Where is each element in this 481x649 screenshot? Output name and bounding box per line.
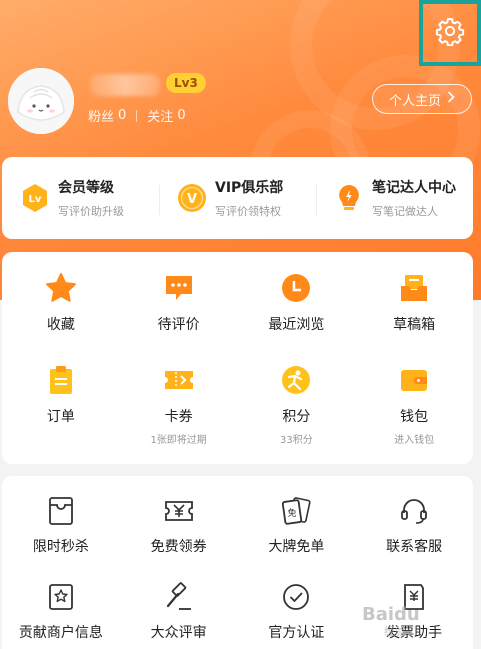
menu-item-label: 限时秒杀	[32, 539, 89, 555]
menu-item-label: 收藏	[46, 317, 75, 333]
menu-item-free-coupon[interactable]: 免费领券	[120, 476, 238, 562]
gavel-icon	[164, 582, 194, 612]
menu-item-orders[interactable]: 订单	[2, 344, 120, 436]
star-icon	[45, 272, 77, 304]
perk-title: 会员等级	[58, 180, 114, 196]
menu-item-merchant-info[interactable]: 贡献商户信息	[2, 562, 120, 648]
avatar-bun-icon	[8, 68, 74, 134]
lightbulb-icon	[334, 183, 364, 213]
perk-notes-expert[interactable]: 笔记达人中心 写笔记做达人	[316, 177, 473, 219]
menu-item-label: 待评价	[157, 317, 200, 333]
level-badge: Lv3	[166, 73, 206, 93]
menu-item-label: 草稿箱	[393, 317, 436, 333]
svg-text:Lv: Lv	[29, 194, 42, 205]
nickname-redacted	[90, 74, 160, 96]
fans-label[interactable]: 粉丝	[88, 106, 114, 125]
menu-item-label: 最近浏览	[268, 317, 325, 333]
watermark-sub: 经验	[384, 625, 406, 638]
vip-badge-icon: V	[177, 183, 207, 213]
perk-title: VIP俱乐部	[215, 180, 284, 196]
perk-title: 笔记达人中心	[372, 180, 456, 196]
menu-item-recent[interactable]: 最近浏览	[238, 252, 356, 344]
comment-icon	[163, 272, 195, 304]
headset-icon	[399, 496, 429, 526]
follow-count[interactable]: 0	[177, 108, 185, 123]
fans-count[interactable]: 0	[118, 108, 126, 123]
menu-item-sublabel: 进入钱包	[394, 435, 435, 446]
settings-button[interactable]	[419, 0, 481, 66]
svg-text:V: V	[187, 192, 197, 207]
points-icon	[280, 364, 312, 396]
menu-item-contact-support[interactable]: 联系客服	[355, 476, 473, 562]
perk-member-level[interactable]: Lv 会员等级 写评价助升级	[2, 177, 159, 219]
baidu-watermark: Baidu 经验	[362, 604, 420, 639]
avatar[interactable]	[8, 68, 74, 134]
perk-vip-club[interactable]: V VIP俱乐部 写评价领特权	[159, 177, 316, 219]
menu-item-favorites[interactable]: 收藏	[2, 252, 120, 344]
menu-item-label: 积分	[282, 409, 311, 425]
free-coupon-icon	[164, 496, 194, 526]
perk-subtitle: 写笔记做达人	[372, 205, 438, 218]
menu-item-label: 大牌免单	[268, 539, 325, 555]
stats-divider	[136, 109, 138, 122]
menu-item-label: 官方认证	[268, 625, 325, 641]
menu-item-sublabel: 33积分	[280, 435, 313, 446]
menu-item-label: 贡献商户信息	[18, 625, 103, 641]
gear-icon	[435, 16, 465, 50]
menu-item-flash-sale[interactable]: 限时秒杀	[2, 476, 120, 562]
svg-text:免: 免	[288, 507, 297, 519]
follow-label[interactable]: 关注	[147, 106, 173, 125]
homepage-button[interactable]: 个人主页	[372, 84, 472, 114]
flash-sale-icon	[46, 496, 76, 526]
menu-item-official-certification[interactable]: 官方认证	[238, 562, 356, 648]
perks-card: Lv 会员等级 写评价助升级 V VIP俱乐部 写评价领特权 笔记达人中心 写笔…	[2, 157, 473, 239]
menu-item-label: 钱包	[400, 409, 429, 425]
menu-item-coupons[interactable]: 卡券 1张即将过期	[120, 344, 238, 446]
clock-icon	[280, 272, 312, 304]
watermark-text: Baidu	[362, 604, 420, 625]
lv-badge-icon: Lv	[20, 183, 50, 213]
perk-subtitle: 写评价助升级	[58, 205, 124, 218]
homepage-label: 个人主页	[388, 93, 441, 109]
chevron-right-icon	[447, 91, 455, 107]
menu-item-points[interactable]: 积分 33积分	[238, 344, 356, 446]
menu-item-drafts[interactable]: 草稿箱	[355, 252, 473, 344]
free-order-icon: 免	[281, 496, 311, 526]
perk-subtitle: 写评价领特权	[215, 205, 281, 218]
menu-item-label: 卡券	[164, 409, 193, 425]
menu-item-wallet[interactable]: 钱包 进入钱包	[355, 344, 473, 446]
order-icon	[45, 364, 77, 396]
primary-menu-card: 收藏 待评价 最近浏览 草稿箱 订单 卡券 1张即将过期 积分 33积分 钱包 …	[2, 252, 473, 464]
menu-item-label: 订单	[46, 409, 75, 425]
menu-item-public-review[interactable]: 大众评审	[120, 562, 238, 648]
profile-stats: 粉丝 0 关注 0	[88, 106, 186, 125]
merchant-info-icon	[46, 582, 76, 612]
draft-box-icon	[398, 272, 430, 304]
certified-icon	[281, 582, 311, 612]
menu-item-pending-review[interactable]: 待评价	[120, 252, 238, 344]
menu-item-brand-free-order[interactable]: 免 大牌免单	[238, 476, 356, 562]
menu-item-label: 大众评审	[150, 625, 207, 641]
wallet-icon	[398, 364, 430, 396]
menu-item-label: 免费领券	[150, 539, 207, 555]
ticket-icon	[163, 364, 195, 396]
menu-item-label: 联系客服	[386, 539, 443, 555]
menu-item-sublabel: 1张即将过期	[150, 435, 207, 446]
